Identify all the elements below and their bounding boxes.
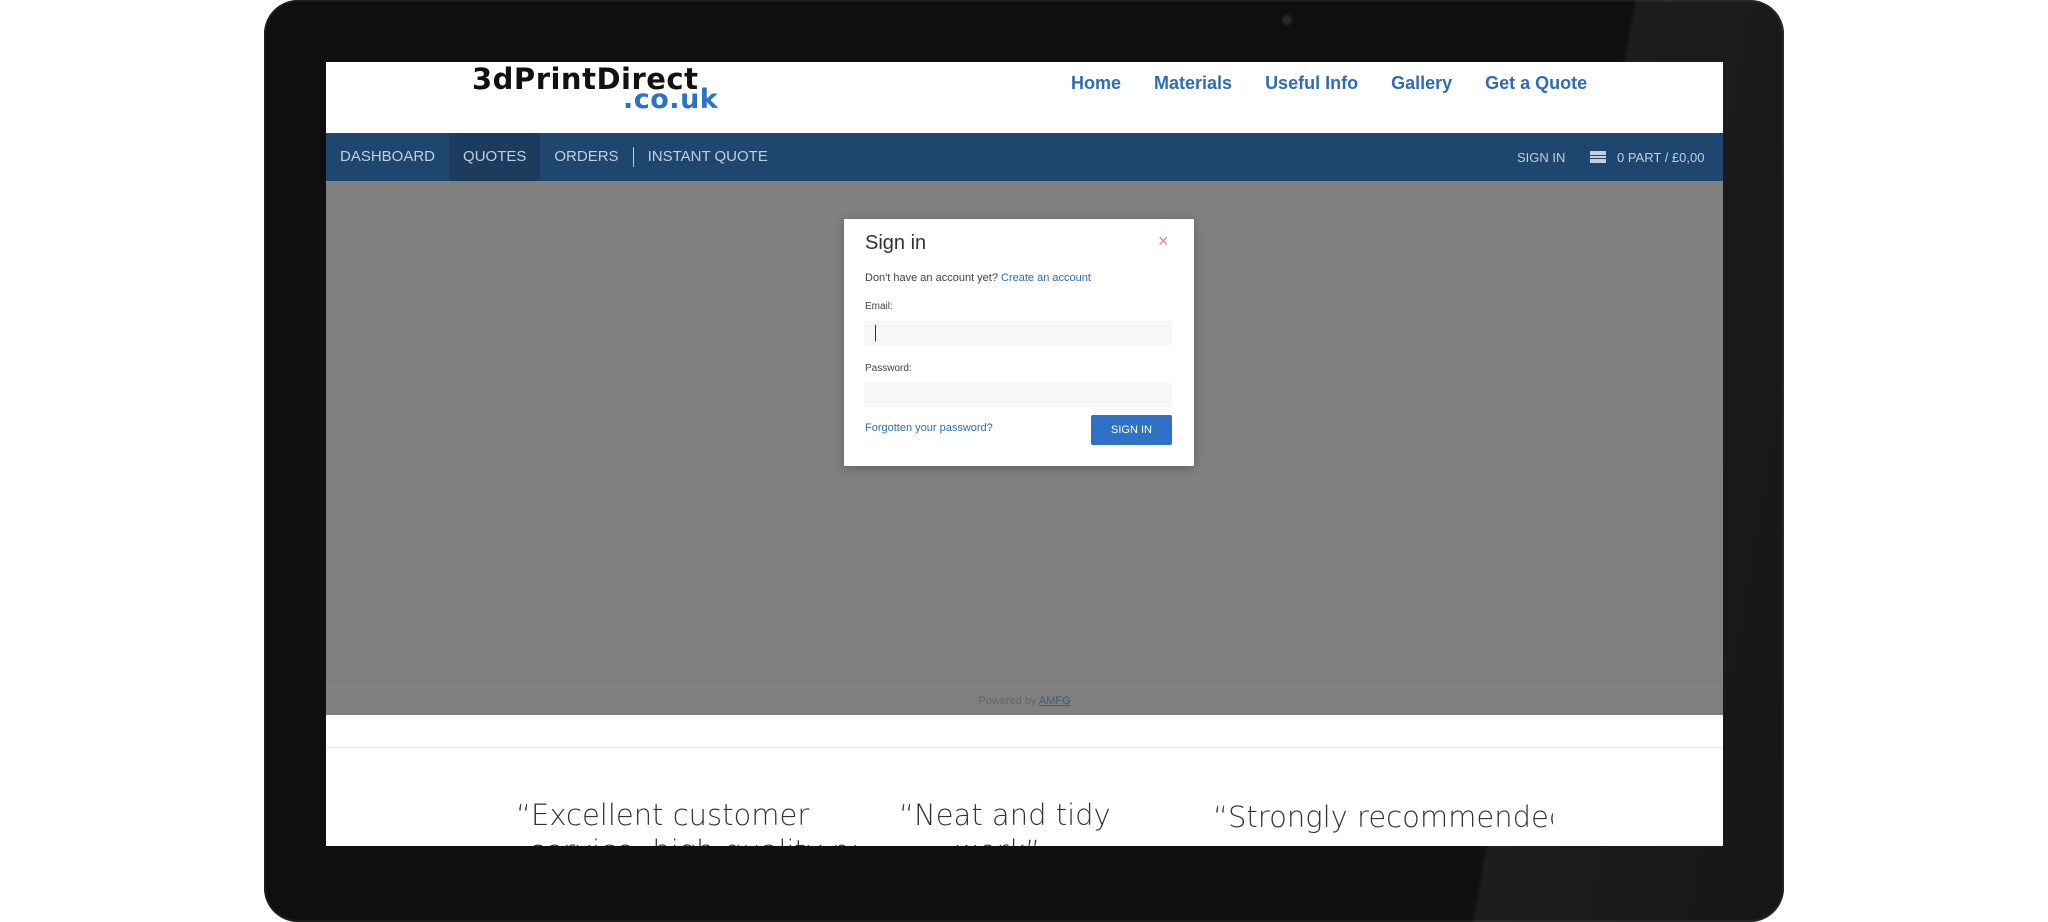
section-divider [326, 747, 1723, 748]
logo-text-bottom: .co.uk [623, 84, 719, 115]
nav-gallery[interactable]: Gallery [1391, 73, 1452, 94]
testimonial-1-line1: “Excellent customer [516, 798, 810, 832]
site-header: 3dPrintDirect .co.uk Home Materials Usef… [326, 62, 1723, 133]
amfg-link[interactable]: AMFG [1039, 695, 1071, 707]
sign-in-button[interactable]: SIGN IN [1091, 415, 1172, 445]
nav-materials[interactable]: Materials [1154, 73, 1232, 94]
text-caret [875, 325, 876, 341]
main-navigation: Home Materials Useful Info Gallery Get a… [1071, 73, 1587, 94]
app-tabs: DASHBOARD QUOTES ORDERS INSTANT QUOTE [326, 133, 782, 181]
password-field[interactable] [864, 383, 1172, 407]
forgot-password-link[interactable]: Forgotten your password? [865, 422, 993, 434]
email-field[interactable] [864, 321, 1172, 345]
email-label: Email: [865, 301, 893, 312]
testimonial-3-line1: “Strongly recommended” [1213, 800, 1553, 834]
nav-get-a-quote[interactable]: Get a Quote [1485, 73, 1587, 94]
create-account-link[interactable]: Create an account [1001, 272, 1091, 284]
testimonial-2-line2: work” [955, 834, 1040, 846]
nav-useful-info[interactable]: Useful Info [1265, 73, 1358, 94]
testimonial-3: “Strongly recommended” [1213, 800, 1553, 846]
testimonial-1-line2: service, high quality parts [530, 834, 856, 846]
powered-by-footer: Powered by AMFG [326, 686, 1723, 715]
site-logo[interactable]: 3dPrintDirect .co.uk [472, 62, 732, 115]
sign-in-modal: Sign in × Don't have an account yet? Cre… [844, 219, 1194, 466]
nav-home[interactable]: Home [1071, 73, 1121, 94]
cart-label: 0 PART / £0,00 [1617, 149, 1705, 165]
tab-dashboard[interactable]: DASHBOARD [326, 133, 449, 181]
tab-orders[interactable]: ORDERS [540, 133, 632, 181]
powered-by-text: Powered by [978, 695, 1037, 707]
cart-summary[interactable]: 0 PART / £0,00 [1589, 133, 1704, 181]
no-account-label: Don't have an account yet? [865, 272, 998, 284]
camera-icon [1283, 16, 1291, 24]
close-icon[interactable]: × [1158, 231, 1169, 252]
browser-screen: 3dPrintDirect .co.uk Home Materials Usef… [326, 62, 1723, 846]
tab-quotes[interactable]: QUOTES [449, 133, 541, 181]
no-account-text: Don't have an account yet? Create an acc… [865, 272, 1091, 284]
app-navigation-bar: DASHBOARD QUOTES ORDERS INSTANT QUOTE SI… [326, 133, 1723, 181]
modal-title: Sign in [865, 232, 927, 254]
password-label: Password: [865, 363, 912, 374]
testimonial-1: “Excellent customer service, high qualit… [516, 798, 856, 846]
testimonial-2: “Neat and tidy work” [899, 798, 1119, 846]
cart-icon [1589, 150, 1607, 164]
testimonial-2-line1: “Neat and tidy [899, 798, 1111, 832]
sign-in-link[interactable]: SIGN IN [1517, 133, 1565, 181]
tab-instant-quote[interactable]: INSTANT QUOTE [634, 133, 782, 181]
